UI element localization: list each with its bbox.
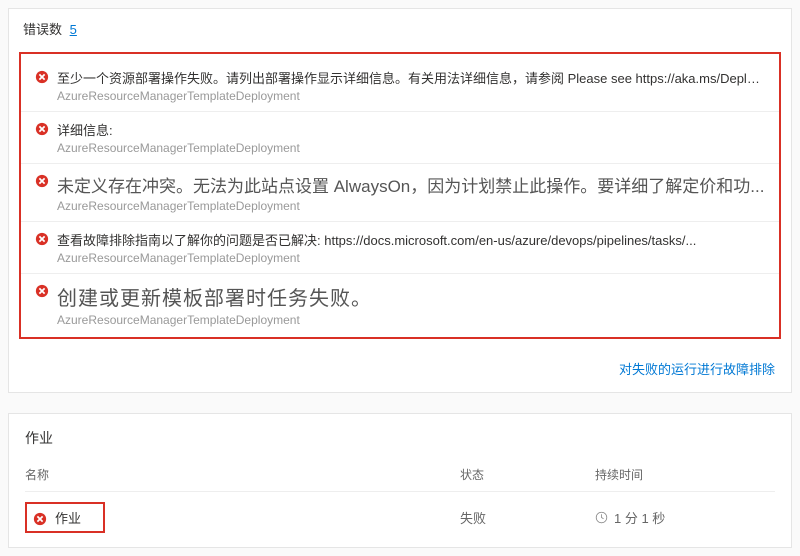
errors-list-highlight: 至少一个资源部署操作失败。请列出部署操作显示详细信息。有关用法详细信息，请参阅 … bbox=[19, 52, 781, 339]
error-item[interactable]: 详细信息: AzureResourceManagerTemplateDeploym… bbox=[21, 112, 779, 164]
job-duration: 1 分 1 秒 bbox=[614, 508, 665, 527]
errors-header: 错误数 5 bbox=[9, 9, 791, 48]
errors-panel: 错误数 5 至少一个资源部署操作失败。请列出部署操作显示详细信息。有关用法详细信… bbox=[8, 8, 792, 393]
error-item[interactable]: 未定义存在冲突。无法为此站点设置 AlwaysOn，因为计划禁止此操作。要详细了… bbox=[21, 164, 779, 222]
job-name: 作业 bbox=[55, 508, 81, 527]
table-row[interactable]: 作业 失败 1 分 1 秒 bbox=[25, 492, 775, 543]
jobs-table-header: 名称 状态 持续时间 bbox=[25, 466, 775, 492]
error-title: 查看故障排除指南以了解你的问题是否已解决: https://docs.micro… bbox=[57, 230, 765, 249]
error-title: 至少一个资源部署操作失败。请列出部署操作显示详细信息。有关用法详细信息，请参阅 … bbox=[57, 68, 765, 87]
error-count-label: 错误数 bbox=[23, 22, 62, 37]
clock-icon bbox=[595, 511, 608, 524]
job-status: 失败 bbox=[460, 508, 595, 527]
error-icon bbox=[35, 70, 49, 84]
job-duration-cell: 1 分 1 秒 bbox=[595, 508, 775, 527]
error-title: 详细信息: bbox=[57, 120, 765, 139]
error-title: 创建或更新模板部署时任务失败。 bbox=[57, 282, 765, 311]
error-title-row: 未定义存在冲突。无法为此站点设置 AlwaysOn，因为计划禁止此操作。要详细了… bbox=[35, 172, 765, 197]
error-title: 未定义存在冲突。无法为此站点设置 AlwaysOn，因为计划禁止此操作。要详细了… bbox=[57, 172, 765, 197]
error-title-row: 详细信息: bbox=[35, 120, 765, 139]
error-title-row: 至少一个资源部署操作失败。请列出部署操作显示详细信息。有关用法详细信息，请参阅 … bbox=[35, 68, 765, 87]
error-source: AzureResourceManagerTemplateDeployment bbox=[57, 199, 765, 213]
col-header-duration: 持续时间 bbox=[595, 466, 775, 483]
error-item[interactable]: 查看故障排除指南以了解你的问题是否已解决: https://docs.micro… bbox=[21, 222, 779, 274]
col-header-name: 名称 bbox=[25, 466, 460, 483]
error-source: AzureResourceManagerTemplateDeployment bbox=[57, 251, 765, 265]
error-icon bbox=[35, 174, 49, 188]
error-count-link[interactable]: 5 bbox=[70, 22, 77, 37]
troubleshoot-row: 对失败的运行进行故障排除 bbox=[9, 349, 791, 392]
error-title-row: 查看故障排除指南以了解你的问题是否已解决: https://docs.micro… bbox=[35, 230, 765, 249]
error-source: AzureResourceManagerTemplateDeployment bbox=[57, 89, 765, 103]
error-icon bbox=[35, 122, 49, 136]
col-header-status: 状态 bbox=[460, 466, 595, 483]
error-item[interactable]: 创建或更新模板部署时任务失败。 AzureResourceManagerTempl… bbox=[21, 274, 779, 335]
error-source: AzureResourceManagerTemplateDeployment bbox=[57, 313, 765, 327]
troubleshoot-link[interactable]: 对失败的运行进行故障排除 bbox=[619, 362, 775, 377]
error-icon bbox=[33, 512, 47, 526]
error-icon bbox=[35, 284, 49, 298]
error-source: AzureResourceManagerTemplateDeployment bbox=[57, 141, 765, 155]
job-name-cell: 作业 bbox=[25, 502, 460, 533]
error-icon bbox=[35, 232, 49, 246]
job-name-highlight: 作业 bbox=[25, 502, 105, 533]
error-item[interactable]: 至少一个资源部署操作失败。请列出部署操作显示详细信息。有关用法详细信息，请参阅 … bbox=[21, 60, 779, 112]
jobs-heading: 作业 bbox=[25, 428, 775, 448]
error-title-row: 创建或更新模板部署时任务失败。 bbox=[35, 282, 765, 311]
jobs-panel: 作业 名称 状态 持续时间 作业失败1 分 1 秒 bbox=[8, 413, 792, 548]
